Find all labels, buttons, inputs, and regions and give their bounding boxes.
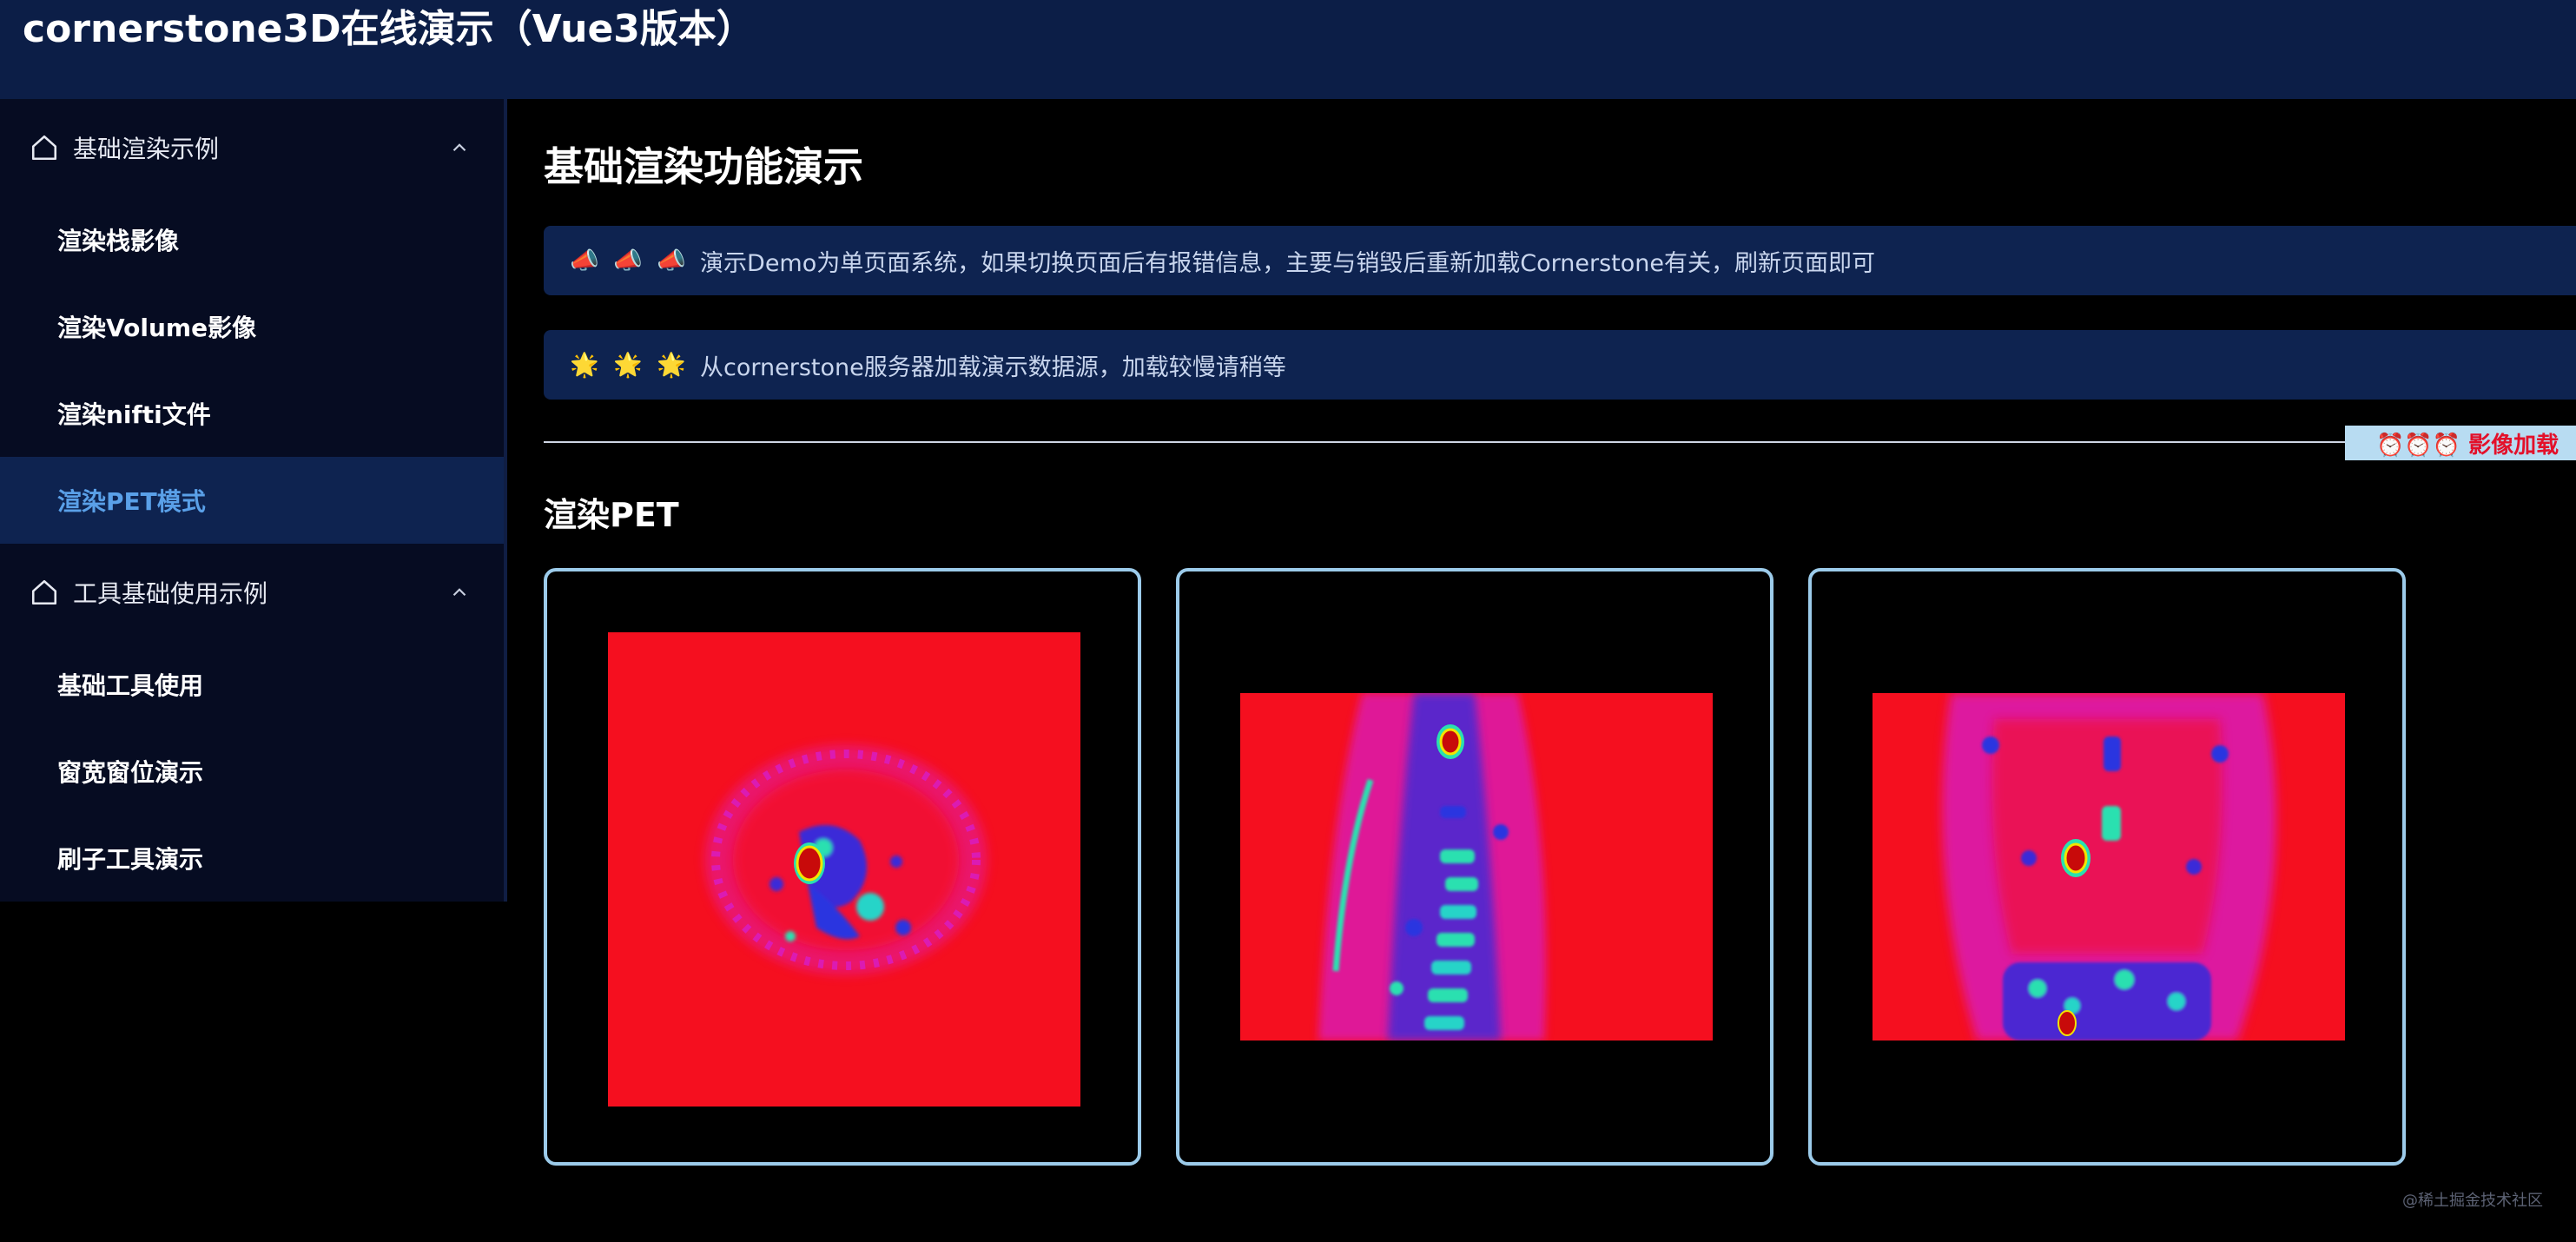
sidebar-item-label: 窗宽窗位演示: [57, 758, 204, 787]
app-header: cornerstone3D在线演示（Vue3版本）: [0, 0, 2576, 99]
notice-banner: 📣 📣 📣 演示Demo为单页面系统，如果切换页面后有报错信息，主要与销毁后重新…: [544, 226, 2576, 295]
pet-coronal-image: [1873, 693, 2345, 1041]
sidebar-group-label: 基础渲染示例: [73, 135, 220, 163]
section-title: 渲染PET: [544, 496, 679, 534]
sidebar-item-brush-tool[interactable]: 刷子工具演示: [0, 815, 504, 902]
sidebar-group-tools[interactable]: 工具基础使用示例: [0, 544, 504, 641]
sidebar-item-basic-tools[interactable]: 基础工具使用: [0, 641, 504, 728]
sidebar-item-window-level[interactable]: 窗宽窗位演示: [0, 728, 504, 815]
notice-text: 演示Demo为单页面系统，如果切换页面后有报错信息，主要与销毁后重新加载Corn…: [700, 249, 1875, 277]
sidebar-item-render-volume[interactable]: 渲染Volume影像: [0, 283, 504, 370]
sidebar: 基础渲染示例 渲染栈影像 渲染Volume影像 渲染nifti文件 渲染PET模…: [0, 99, 507, 902]
sidebar-item-label: 基础工具使用: [57, 671, 204, 700]
watermark: @稀土掘金技术社区: [2402, 1192, 2543, 1210]
app-title: cornerstone3D在线演示（Vue3版本）: [23, 7, 755, 51]
sidebar-item-label: 渲染栈影像: [57, 227, 180, 255]
viewport-axial[interactable]: [544, 568, 1141, 1166]
notice-text: 从cornerstone服务器加载演示数据源，加载较慢请稍等: [700, 353, 1286, 381]
sidebar-item-render-pet[interactable]: 渲染PET模式: [0, 457, 504, 544]
star-icon: 🌟 🌟 🌟: [570, 352, 690, 379]
megaphone-icon: 📣 📣 📣: [570, 248, 690, 274]
sidebar-item-label: 渲染Volume影像: [57, 314, 257, 342]
sidebar-item-label: 渲染PET模式: [57, 487, 206, 516]
sidebar-item-render-stack[interactable]: 渲染栈影像: [0, 196, 504, 283]
viewport-sagittal[interactable]: [1176, 568, 1773, 1166]
sidebar-item-render-nifti[interactable]: 渲染nifti文件: [0, 370, 504, 457]
pet-sagittal-image: [1240, 693, 1713, 1041]
viewport-coronal[interactable]: [1808, 568, 2406, 1166]
pet-axial-image: [608, 632, 1080, 1107]
sidebar-item-label: 刷子工具演示: [57, 845, 204, 874]
sidebar-group-basic-rendering[interactable]: 基础渲染示例: [0, 99, 504, 196]
chevron-up-icon[interactable]: [448, 136, 471, 159]
page-title: 基础渲染功能演示: [544, 143, 863, 190]
home-icon: [31, 135, 57, 161]
loading-badge: ⏰⏰⏰ 影像加载: [2345, 426, 2576, 460]
sidebar-item-label: 渲染nifti文件: [57, 400, 211, 429]
sidebar-group-label: 工具基础使用示例: [73, 579, 268, 608]
chevron-up-icon[interactable]: [448, 581, 471, 604]
divider: [544, 441, 2576, 443]
notice-banner: 🌟 🌟 🌟 从cornerstone服务器加载演示数据源，加载较慢请稍等: [544, 330, 2576, 400]
home-icon: [31, 579, 57, 605]
